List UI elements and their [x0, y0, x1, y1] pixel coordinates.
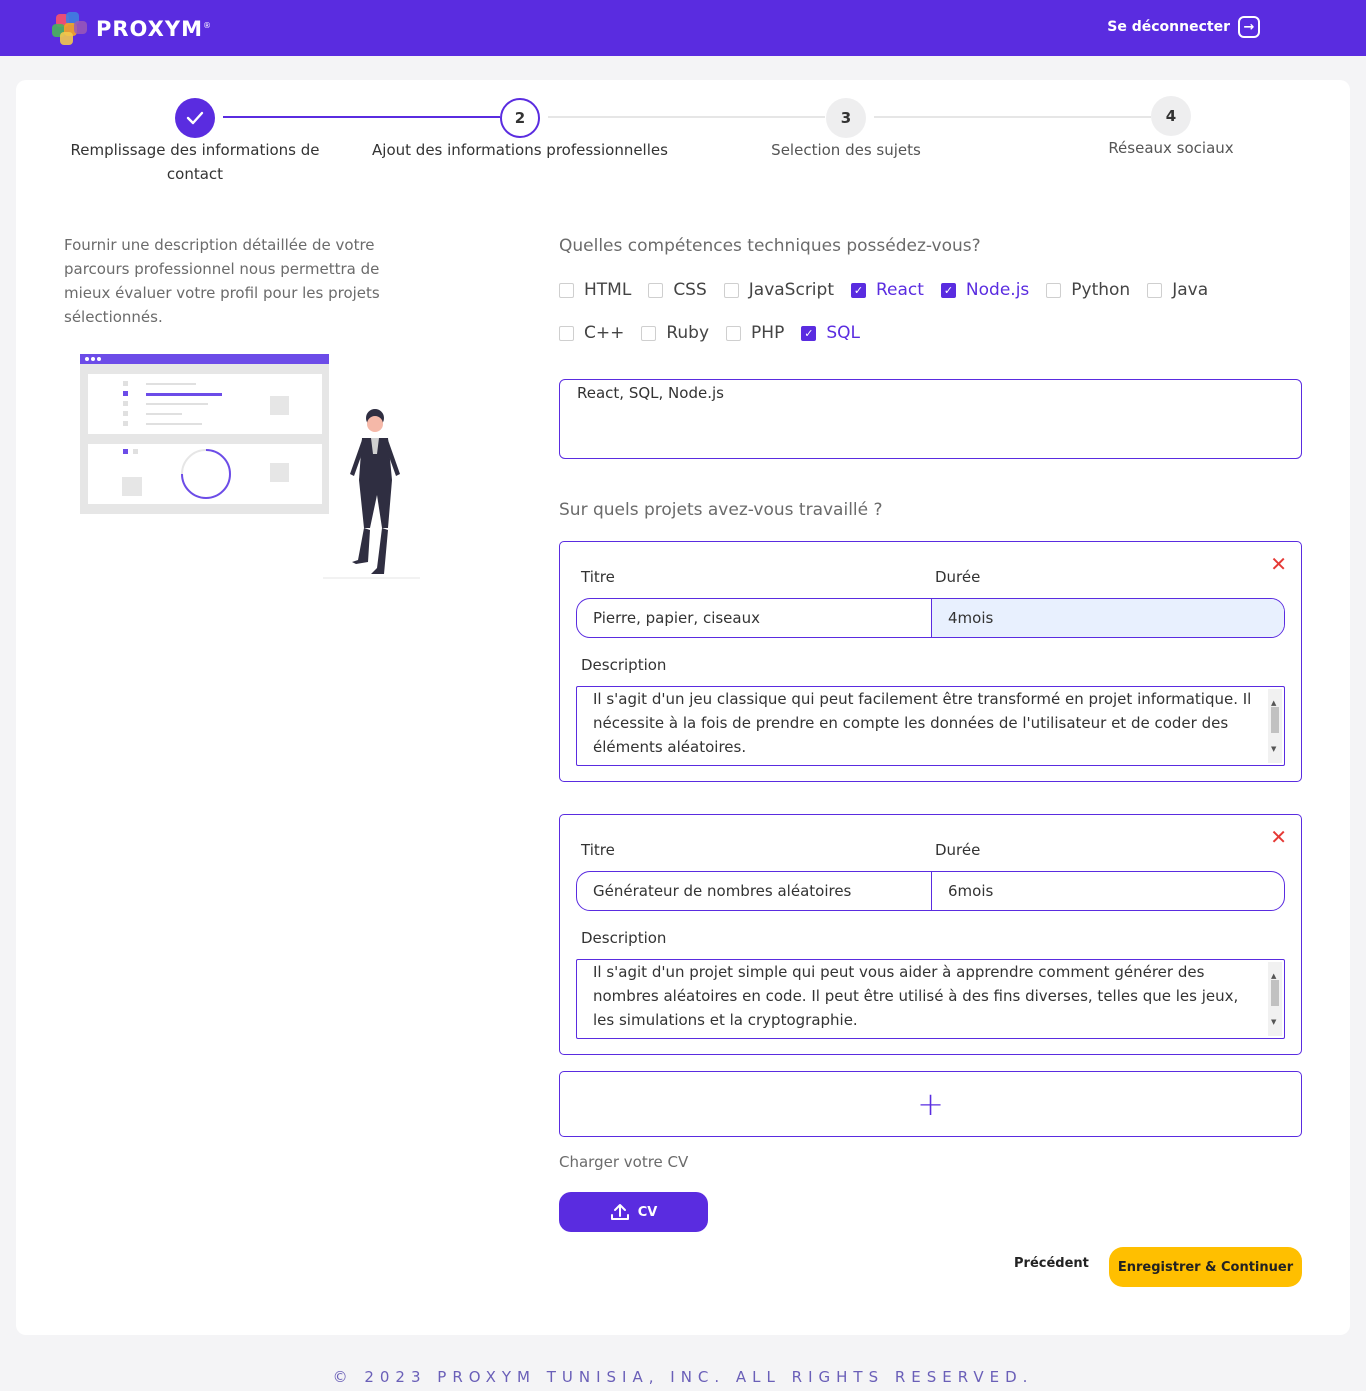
skill-checkbox-php[interactable]: PHP [726, 323, 784, 343]
project-duration-label: Durée [935, 568, 981, 586]
logout-icon: → [1238, 16, 1260, 38]
plus-icon: + [917, 1085, 944, 1123]
profile-illustration [80, 354, 420, 579]
skills-checkbox-group: HTML CSS JavaScript ✓ React ✓ Node.js Pyth… [559, 278, 1299, 364]
scroll-down-icon[interactable]: ▼ [1271, 1010, 1276, 1034]
checkbox-icon [726, 325, 742, 341]
step-4-circle[interactable]: 4 [1151, 96, 1191, 136]
step-connector-1 [223, 116, 500, 118]
skill-checkbox-sql[interactable]: ✓ SQL [801, 323, 860, 343]
skill-checkbox-css[interactable]: CSS [648, 280, 707, 300]
top-bar: PROXYM® Se déconnecter → [0, 0, 1366, 56]
projects-question: Sur quels projets avez-vous travaillé ? [559, 500, 883, 520]
remove-project-close-icon[interactable]: ✕ [1270, 825, 1287, 849]
project-duration-input[interactable]: 6mois [932, 872, 1284, 910]
checkbox-icon [559, 325, 574, 341]
project-description-textarea[interactable]: Il s'agit d'un projet simple qui peut vo… [576, 959, 1285, 1039]
checkmark-icon: ✓ [940, 282, 956, 298]
checkbox-icon [1046, 282, 1062, 298]
project-description-text: Il s'agit d'un jeu classique qui peut fa… [593, 690, 1252, 756]
project-description-text: Il s'agit d'un projet simple qui peut vo… [593, 963, 1239, 1029]
save-continue-button[interactable]: Enregistrer & Continuer [1109, 1247, 1302, 1287]
logout-label: Se déconnecter [1107, 19, 1230, 35]
scrollbar-thumb[interactable] [1271, 980, 1279, 1006]
remove-project-close-icon[interactable]: ✕ [1270, 552, 1287, 576]
skill-checkbox-java[interactable]: Java [1147, 280, 1208, 300]
project-description-label: Description [581, 656, 667, 674]
checkbox-icon [723, 282, 739, 298]
project-title-input[interactable]: Générateur de nombres aléatoires [577, 872, 932, 910]
project-card-1: ✕ Titre Durée Pierre, papier, ciseaux 4m… [559, 541, 1302, 782]
project-title-label: Titre [581, 568, 615, 586]
step-2-label: Ajout des informations professionnelles [372, 141, 668, 159]
textarea-scrollbar[interactable]: ▲ ▼ [1268, 962, 1282, 1036]
add-project-button[interactable]: + [559, 1071, 1302, 1137]
step-connector-3 [874, 116, 1151, 118]
proxym-logo[interactable]: PROXYM® [52, 12, 212, 46]
project-description-label: Description [581, 929, 667, 947]
checkbox-icon [648, 282, 664, 298]
previous-button[interactable]: Précédent [1014, 1256, 1089, 1271]
textarea-scrollbar[interactable]: ▲ ▼ [1268, 689, 1282, 763]
scrollbar-thumb[interactable] [1271, 707, 1279, 733]
step-2-circle[interactable]: 2 [500, 98, 540, 138]
skill-checkbox-react[interactable]: ✓ React [850, 280, 924, 300]
intro-text: Fournir une description détaillée de vot… [64, 236, 380, 326]
checkbox-icon [559, 282, 574, 298]
skill-checkbox-html[interactable]: HTML [559, 280, 631, 300]
project-title-input[interactable]: Pierre, papier, ciseaux [577, 599, 932, 637]
upload-icon [610, 1204, 629, 1220]
step-3-circle[interactable]: 3 [826, 98, 866, 138]
checkmark-icon: ✓ [850, 282, 866, 298]
cv-button-label: CV [637, 1204, 658, 1220]
project-duration-input[interactable]: 4mois [932, 599, 1284, 637]
checkbox-icon [1147, 282, 1163, 298]
step-connector-2 [548, 116, 825, 118]
step-4-label: Réseaux sociaux [1108, 139, 1234, 157]
project-card-2: ✕ Titre Durée Générateur de nombres aléa… [559, 814, 1302, 1055]
skill-checkbox-cpp[interactable]: C++ [559, 323, 624, 343]
skills-question: Quelles compétences techniques possédez-… [559, 236, 981, 256]
brand-name: PROXYM® [96, 17, 212, 41]
skill-checkbox-javascript[interactable]: JavaScript [723, 280, 834, 300]
checkmark-icon: ✓ [801, 325, 817, 341]
skills-row-2: C++ Ruby PHP ✓ SQL [559, 321, 1299, 345]
project-duration-label: Durée [935, 841, 981, 859]
project-description-textarea[interactable]: Il s'agit d'un jeu classique qui peut fa… [576, 686, 1285, 766]
footer-copyright: © 2023 PROXYM TUNISIA, INC. ALL RIGHTS R… [332, 1368, 1034, 1386]
skill-checkbox-ruby[interactable]: Ruby [641, 323, 709, 343]
scroll-down-icon[interactable]: ▼ [1271, 737, 1276, 761]
logo-mark-icon [52, 12, 90, 46]
project-fields: Pierre, papier, ciseaux 4mois [576, 598, 1285, 638]
cv-upload-label: Charger votre CV [559, 1153, 689, 1171]
skill-checkbox-python[interactable]: Python [1046, 280, 1130, 300]
logout-button[interactable]: Se déconnecter → [1107, 16, 1260, 38]
skills-row-1: HTML CSS JavaScript ✓ React ✓ Node.js Pyth… [559, 278, 1299, 302]
project-title-label: Titre [581, 841, 615, 859]
skills-textarea[interactable]: React, SQL, Node.js [559, 379, 1302, 459]
step-1-label: Remplissage des informations de contact [70, 141, 320, 183]
step-3-label: Selection des sujets [771, 141, 921, 159]
skill-checkbox-nodejs[interactable]: ✓ Node.js [940, 280, 1029, 300]
cv-upload-button[interactable]: CV [559, 1192, 708, 1232]
project-fields: Générateur de nombres aléatoires 6mois [576, 871, 1285, 911]
step-1-check-icon[interactable] [175, 98, 215, 138]
checkbox-icon [641, 325, 657, 341]
